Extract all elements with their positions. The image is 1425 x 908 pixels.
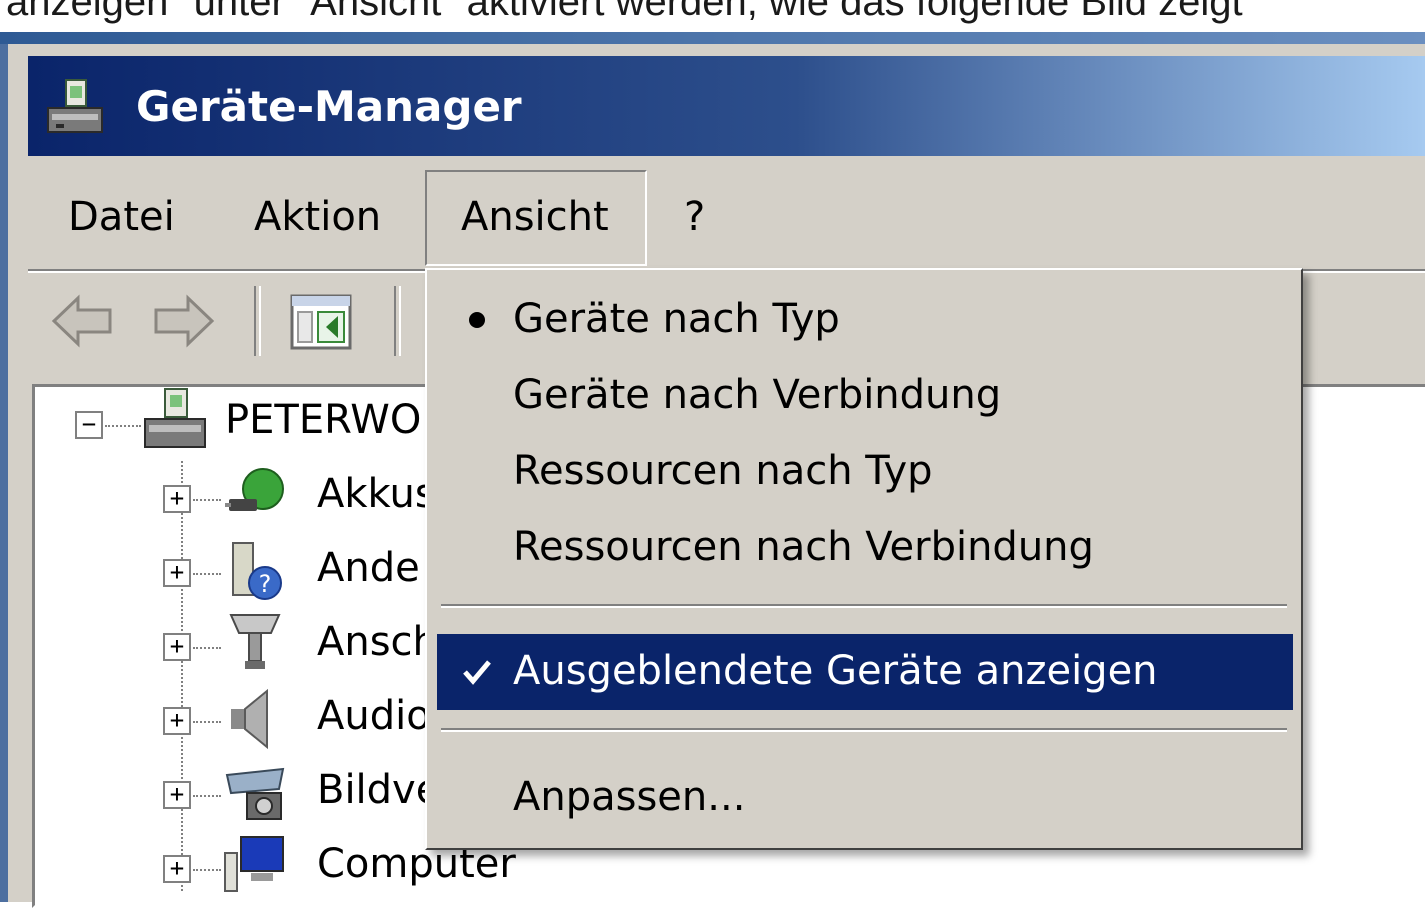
menu-help[interactable]: ? — [684, 194, 705, 240]
desktop-strip — [0, 32, 1425, 44]
article-caption: anzeigen" unter "Ansicht" aktiviert werd… — [6, 0, 1243, 24]
menu-item-label: Ausgeblendete Geräte anzeigen — [513, 648, 1158, 694]
speaker-icon — [231, 688, 268, 750]
title-bar[interactable]: Geräte-Manager — [28, 56, 1425, 156]
imaging-device-icon — [225, 767, 285, 820]
port-icon — [229, 614, 281, 669]
menu-item-anpassen[interactable]: Anpassen... — [437, 760, 1293, 836]
expand-icon[interactable]: + — [163, 855, 191, 883]
expand-icon[interactable]: + — [163, 633, 191, 661]
menu-ansicht-label: Ansicht — [461, 194, 609, 240]
menu-item-ressourcen-nach-verbindung[interactable]: Ressourcen nach Verbindung — [437, 510, 1293, 586]
menu-item-label: Anpassen... — [513, 774, 746, 820]
tree-line — [193, 795, 221, 797]
menu-item-ausgeblendete-geraete-anzeigen[interactable]: Ausgeblendete Geräte anzeigen — [437, 634, 1293, 710]
tree-item-label: Ansch — [317, 619, 438, 665]
monitor-icon — [224, 836, 284, 892]
tree-line — [193, 869, 221, 871]
menu-item-ressourcen-nach-typ[interactable]: Ressourcen nach Typ — [437, 434, 1293, 510]
menu-item-geraete-nach-typ[interactable]: Geräte nach Typ — [437, 282, 1293, 358]
window-edge — [0, 44, 8, 902]
tree-line — [105, 425, 141, 427]
menu-separator — [441, 728, 1287, 732]
battery-icon — [225, 468, 284, 511]
expand-icon[interactable]: + — [163, 485, 191, 513]
tree-line — [193, 573, 221, 575]
tree-item-label: Ande — [317, 545, 420, 591]
menu-bar: Datei Aktion Ansicht ? — [28, 164, 1425, 268]
ansicht-dropdown-menu: Geräte nach Typ Geräte nach Verbindung R… — [425, 268, 1303, 850]
forward-arrow-icon[interactable] — [148, 286, 218, 356]
svg-text:?: ? — [259, 570, 272, 598]
toolbar-separator — [394, 286, 401, 356]
back-arrow-icon[interactable] — [48, 286, 118, 356]
expand-icon[interactable]: + — [163, 707, 191, 735]
radio-bullet-icon — [469, 312, 485, 328]
menu-item-geraete-nach-verbindung[interactable]: Geräte nach Verbindung — [437, 358, 1293, 434]
window-title: Geräte-Manager — [136, 82, 522, 131]
tree-item-label: Akkus — [317, 471, 436, 517]
menu-separator — [441, 604, 1287, 608]
menu-item-label: Geräte nach Verbindung — [513, 372, 1002, 418]
collapse-icon[interactable]: − — [75, 411, 103, 439]
menu-ansicht[interactable]: Ansicht — [425, 170, 647, 266]
tree-root-label: PETERWO — [225, 397, 422, 443]
menu-aktion[interactable]: Aktion — [254, 194, 381, 240]
tree-line — [193, 647, 221, 649]
tree-item-label: Audio — [317, 693, 431, 739]
show-hide-console-tree-icon[interactable] — [286, 286, 356, 356]
menu-item-label: Ressourcen nach Verbindung — [513, 524, 1094, 570]
checkmark-icon — [463, 660, 491, 685]
unknown-device-icon: ? — [232, 542, 282, 600]
computer-icon — [144, 388, 206, 448]
expand-icon[interactable]: + — [163, 559, 191, 587]
toolbar-separator — [254, 286, 261, 356]
menu-item-label: Ressourcen nach Typ — [513, 448, 933, 494]
tree-line — [193, 499, 221, 501]
expand-icon[interactable]: + — [163, 781, 191, 809]
tree-item-label: Bildve — [317, 767, 441, 813]
tree-line — [193, 721, 221, 723]
device-manager-icon — [47, 79, 103, 133]
menu-datei[interactable]: Datei — [68, 194, 175, 240]
menu-item-label: Geräte nach Typ — [513, 296, 840, 342]
